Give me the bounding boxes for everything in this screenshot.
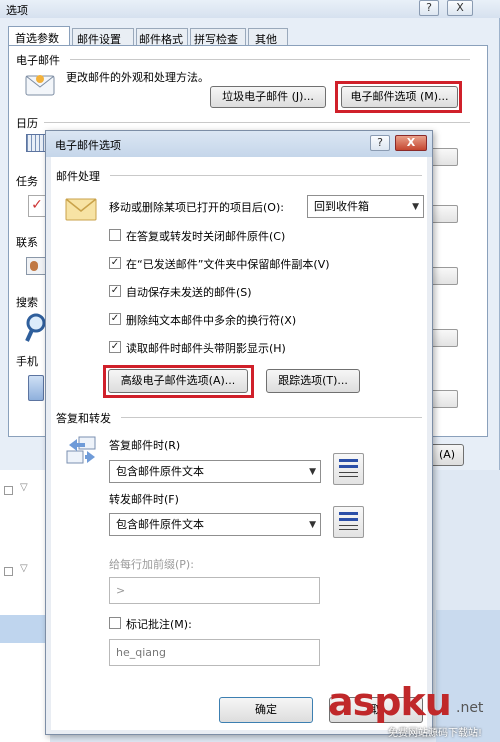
section-calendar-label: 日历 [16,117,38,130]
apply-button[interactable]: (A) [430,444,464,466]
section-tasks-label: 任务 [16,175,38,188]
comments-value: he_qiang [116,646,166,659]
options-tab-strip: 首选参数 邮件设置 邮件格式 拼写检查 其他 [8,26,488,46]
list-row-checkbox[interactable] [4,486,13,495]
options-titlebar: 选项 ? X [0,0,500,18]
reply-preview-icon[interactable] [333,453,364,485]
dropdown-arrow-icon: ▼ [412,202,419,212]
section-contacts-label: 联系 [16,236,38,249]
contact-card-icon [26,257,46,275]
mail-list-background: ▽ ▽ [0,470,50,742]
forward-preview-icon[interactable] [333,506,364,538]
reply-label: 答复邮件时(R) [109,439,181,452]
comments-input[interactable]: he_qiang [109,639,320,666]
keep-sent-copy-checkbox[interactable]: ✓ [109,257,121,269]
move-delete-select[interactable]: 回到收件箱 ▼ [307,195,424,218]
contact-options-button[interactable] [430,267,458,285]
autosave-label: 自动保存未发送的邮件(S) [126,286,252,299]
close-original-label: 在答复或转发时关闭邮件原件(C) [126,230,286,243]
mobile-device-icon [28,375,44,401]
reply-select[interactable]: 包含邮件原件文本 ▼ [109,460,321,483]
envelope-icon [65,197,97,221]
watermark-subtitle: 免费网站源码下载站! [388,728,483,739]
tab-other[interactable]: 其他 [248,28,288,46]
mark-comments-label: 标记批注(M): [126,618,192,631]
dialog-titlebar: 电子邮件选项 ? X [46,131,432,157]
keep-sent-copy-label: 在“已发送邮件”文件夹中保留邮件副本(V) [126,258,330,271]
mail-handling-heading: 邮件处理 [56,170,100,183]
mail-handling-divider [110,175,422,176]
reply-forward-heading: 答复和转发 [56,412,111,425]
section-calendar-divider [44,122,470,123]
tab-preferences[interactable]: 首选参数 [8,26,70,46]
advanced-options-highlight [103,365,254,398]
task-check-icon: ✓ [28,195,46,217]
forward-select[interactable]: 包含邮件原件文本 ▼ [109,513,321,536]
remove-line-breaks-checkbox[interactable]: ✓ [109,313,121,325]
tab-preferences-label: 首选参数 [15,32,59,45]
junk-mail-button[interactable]: 垃圾电子邮件 (J)... [210,86,326,108]
close-original-checkbox[interactable] [109,229,121,241]
envelope-icon [25,72,55,96]
dialog-help-button[interactable]: ? [370,135,390,151]
email-options-dialog: 电子邮件选项 ? X 邮件处理 移动或删除某项已打开的项目后(O): 回到收件箱… [45,130,433,735]
forward-value: 包含邮件原件文本 [116,518,204,531]
mark-comments-checkbox[interactable] [109,617,121,629]
reply-forward-icon [65,435,97,465]
prefix-label: 给每行加前缀(P): [109,558,194,571]
email-options-highlight [335,81,462,113]
dropdown-arrow-icon: ▼ [309,467,316,477]
watermark-tld: .net [456,700,484,716]
calendar-icon [26,134,46,152]
tab-mail-setup[interactable]: 邮件设置 [72,28,134,46]
section-mobile-label: 手机 [16,355,38,368]
dialog-title: 电子邮件选项 [55,139,121,152]
forward-label: 转发邮件时(F) [109,493,179,506]
search-options-button[interactable] [430,329,458,347]
dialog-close-button[interactable]: X [395,135,427,151]
options-title: 选项 [6,4,28,17]
list-row-checkbox[interactable] [4,567,13,576]
aspku-watermark: aspku .net 免费网站源码下载站! [328,680,500,742]
list-divider [0,615,50,643]
section-mail-divider [70,59,470,60]
options-close-button[interactable]: X [447,0,473,16]
mail-description: 更改邮件的外观和处理方法。 [66,71,209,84]
dropdown-arrow-icon: ▼ [309,520,316,530]
watermark-brand: aspku [328,680,452,724]
options-help-button[interactable]: ? [419,0,439,16]
reply-forward-divider [121,417,422,418]
flag-icon: ▽ [20,482,28,493]
tab-spelling[interactable]: 拼写检查 [190,28,246,46]
task-options-button[interactable] [430,205,458,223]
section-mail-label: 电子邮件 [16,54,60,67]
mobile-options-button[interactable] [430,390,458,408]
remove-line-breaks-label: 删除纯文本邮件中多余的换行符(X) [126,314,297,327]
shade-headers-checkbox[interactable]: ✓ [109,341,121,353]
prefix-value: > [116,584,126,597]
calendar-options-button[interactable] [430,148,458,166]
move-delete-value: 回到收件箱 [314,200,369,213]
reply-value: 包含邮件原件文本 [116,465,204,478]
tab-mail-format[interactable]: 邮件格式 [136,28,188,46]
move-delete-label: 移动或删除某项已打开的项目后(O): [109,201,284,214]
autosave-checkbox[interactable]: ✓ [109,285,121,297]
prefix-input[interactable]: > [109,577,320,604]
ok-button[interactable]: 确定 [219,697,313,723]
section-search-label: 搜索 [16,296,38,309]
shade-headers-label: 读取邮件时邮件头带阴影显示(H) [126,342,286,355]
tracking-options-button[interactable]: 跟踪选项(T)... [266,369,360,393]
flag-icon: ▽ [20,563,28,574]
